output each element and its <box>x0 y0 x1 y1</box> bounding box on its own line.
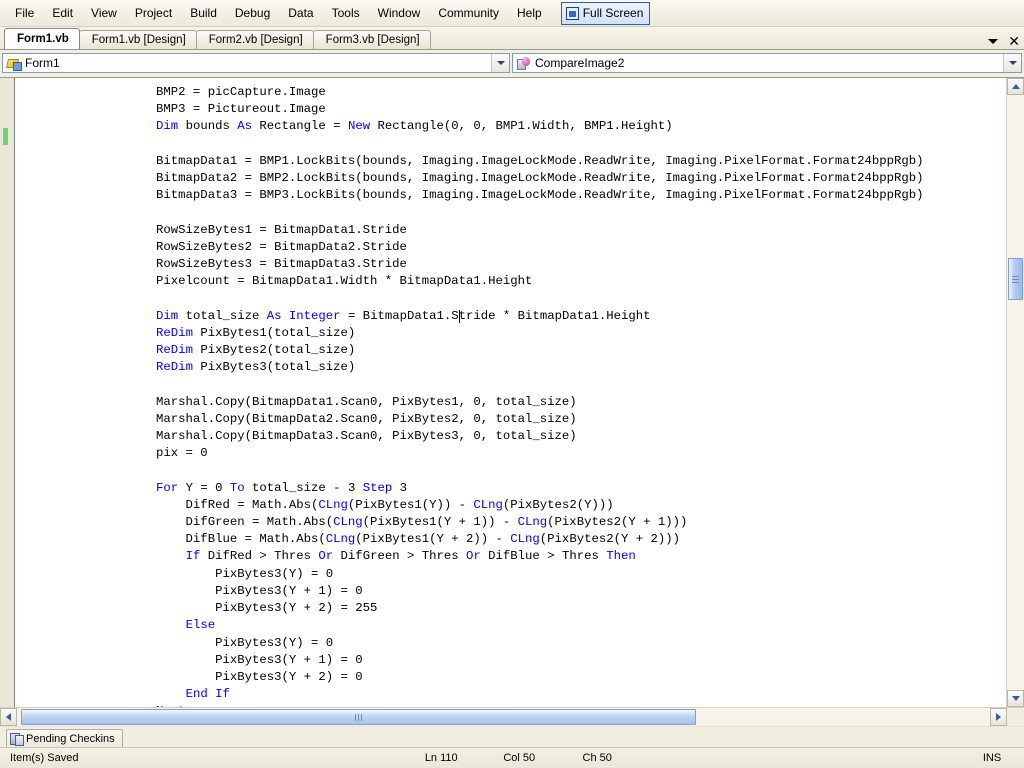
member-dropdown[interactable]: CompareImage2 <box>512 53 1022 73</box>
menu-item-build[interactable]: Build <box>181 3 226 23</box>
menu-item-data[interactable]: Data <box>279 3 322 23</box>
menu-item-tools[interactable]: Tools <box>323 3 369 23</box>
tab-strip-controls: ✕ <box>988 34 1020 48</box>
close-icon[interactable]: ✕ <box>1008 34 1020 48</box>
status-line-number: Ln 110 <box>424 752 458 764</box>
scrollbar-grip <box>354 711 363 723</box>
class-dropdown-value: Form1 <box>25 56 60 70</box>
menu-item-file[interactable]: File <box>6 3 43 23</box>
tab-form1-vb-design[interactable]: Form1.vb [Design] <box>78 30 197 49</box>
scroll-left-icon[interactable] <box>0 708 17 726</box>
horizontal-scrollbar-track[interactable] <box>17 708 990 726</box>
scroll-up-icon[interactable] <box>1007 78 1024 95</box>
saved-change-marker <box>3 128 8 145</box>
scroll-right-icon[interactable] <box>990 708 1007 726</box>
scrollbar-grip <box>1012 274 1019 285</box>
navigation-bar: Form1 CompareImage2 <box>0 50 1024 77</box>
menu-bar: File Edit View Project Build Debug Data … <box>0 0 1024 27</box>
tab-form1-vb[interactable]: Form1.vb <box>4 28 80 49</box>
chevron-down-icon[interactable] <box>491 54 509 72</box>
horizontal-scrollbar-thumb[interactable] <box>21 709 696 725</box>
tab-form3-vb-design[interactable]: Form3.vb [Design] <box>312 30 431 49</box>
full-screen-label: Full Screen <box>582 6 644 20</box>
visual-studio-window: File Edit View Project Build Debug Data … <box>0 0 1024 768</box>
module-icon <box>6 56 22 71</box>
vertical-scrollbar[interactable] <box>1006 78 1024 707</box>
chevron-down-icon[interactable] <box>1003 54 1021 72</box>
horizontal-scrollbar[interactable] <box>0 707 1024 726</box>
status-character-number: Ch 50 <box>582 752 612 764</box>
menu-item-community[interactable]: Community <box>429 3 508 23</box>
fullscreen-icon <box>565 6 579 20</box>
method-icon <box>516 56 532 71</box>
code-editor: BMP2 = picCapture.Image BMP3 = Pictureou… <box>0 77 1024 707</box>
menu-item-view[interactable]: View <box>82 3 126 23</box>
menu-item-debug[interactable]: Debug <box>226 3 279 23</box>
menu-item-window[interactable]: Window <box>369 3 430 23</box>
status-insert-mode: INS <box>982 752 1002 764</box>
document-tab-strip: Form1.vb Form1.vb [Design] Form2.vb [Des… <box>0 27 1024 50</box>
full-screen-button[interactable]: Full Screen <box>560 1 651 25</box>
menu-item-project[interactable]: Project <box>126 3 181 23</box>
scroll-down-icon[interactable] <box>1007 690 1024 707</box>
pending-checkins-tab[interactable]: Pending Checkins <box>6 729 123 747</box>
menu-item-help[interactable]: Help <box>508 3 551 23</box>
status-bar: Item(s) Saved Ln 110 Col 50 Ch 50 INS <box>0 747 1024 768</box>
indicator-margin[interactable] <box>0 78 15 707</box>
pending-checkins-label: Pending Checkins <box>26 732 115 745</box>
tool-window-dock-bar: Pending Checkins <box>0 726 1024 747</box>
pending-checkins-icon <box>10 732 24 746</box>
chevron-down-icon[interactable] <box>988 38 999 44</box>
tab-form2-vb-design[interactable]: Form2.vb [Design] <box>195 30 314 49</box>
source-code[interactable]: BMP2 = picCapture.Image BMP3 = Pictureou… <box>15 78 1006 707</box>
class-dropdown[interactable]: Form1 <box>2 53 510 73</box>
status-column-number: Col 50 <box>503 752 536 764</box>
status-message: Item(s) Saved <box>10 752 79 764</box>
member-dropdown-value: CompareImage2 <box>535 56 625 70</box>
code-text-area[interactable]: BMP2 = picCapture.Image BMP3 = Pictureou… <box>15 78 1006 707</box>
menu-item-edit[interactable]: Edit <box>43 3 82 23</box>
scrollbar-corner <box>1007 708 1024 726</box>
vertical-scrollbar-thumb[interactable] <box>1008 258 1023 300</box>
